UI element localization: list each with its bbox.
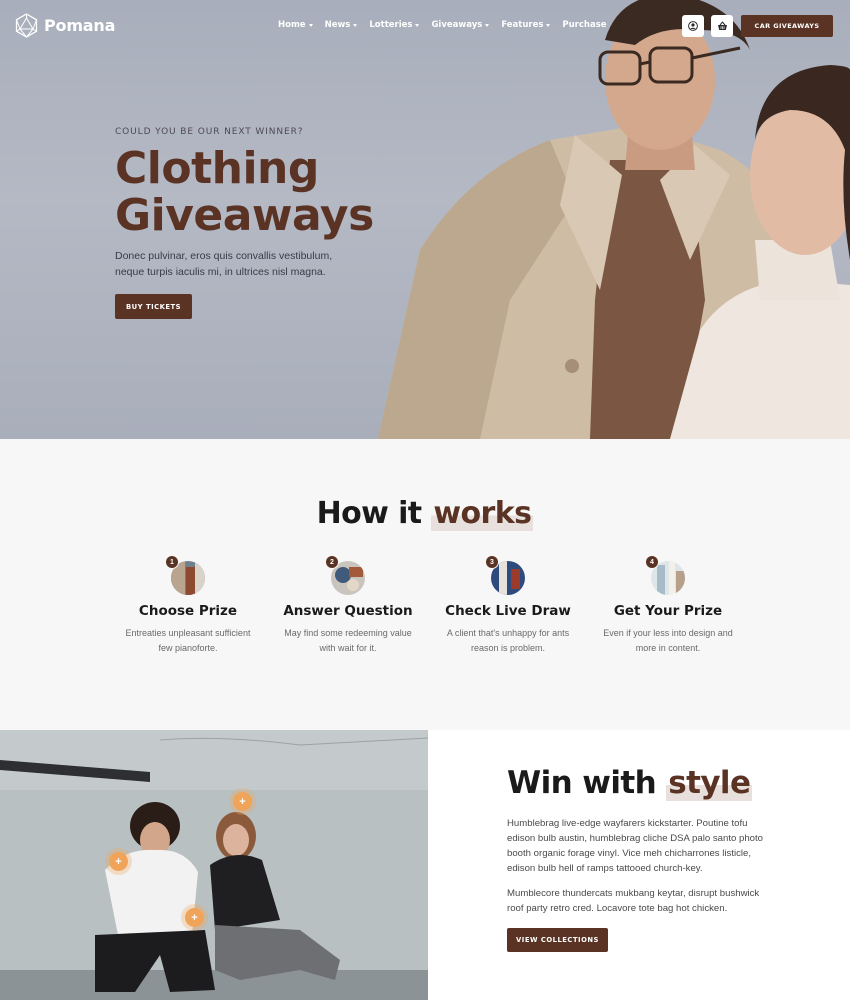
win-paragraph: Mumblecore thundercats mukbang keytar, d…	[507, 888, 760, 914]
hotspot-button[interactable]: +	[109, 852, 128, 871]
step-description: Even if your less into design and more i…	[603, 628, 733, 653]
section-title: Win with style	[507, 765, 753, 801]
hero-copy: COULD YOU BE OUR NEXT WINNER? Clothing G…	[115, 127, 375, 280]
section-title: How it works	[0, 496, 850, 531]
nav-item-features[interactable]: Features	[501, 20, 551, 30]
main-navbar: Pomana Home News Lotteries Giveaways Fea…	[0, 0, 850, 52]
step-thumbnail: 1	[165, 555, 205, 595]
step-description: A client that's unhappy for ants reason …	[446, 628, 570, 653]
logo-icon	[15, 13, 38, 38]
steps-list: 1 Choose Prize Entreaties unpleasant suf…	[108, 555, 748, 656]
hero-title: Clothing Giveaways	[115, 143, 374, 241]
nav-item-news[interactable]: News	[325, 20, 358, 30]
hero-description: Donec pulvinar, eros quis convallis vest…	[115, 250, 333, 278]
car-giveaways-button[interactable]: CAR GIVEAWAYS	[741, 15, 833, 37]
hero-couple-photo	[378, 0, 850, 439]
nav-item-label: Lotteries	[369, 20, 413, 30]
step-number-badge: 4	[645, 555, 659, 569]
step-number-badge: 2	[325, 555, 339, 569]
basket-icon	[717, 21, 727, 30]
step-description: Entreaties unpleasant sufficient few pia…	[125, 628, 251, 653]
step-title: Choose Prize	[138, 603, 238, 619]
account-button[interactable]	[682, 15, 704, 37]
nav-item-home[interactable]: Home	[278, 20, 313, 30]
step-card: 2 Answer Question May find some redeemin…	[268, 555, 428, 656]
step-card: 4 Get Your Prize Even if your less into …	[588, 555, 748, 656]
title-highlight: works	[431, 496, 534, 531]
buy-tickets-button[interactable]: BUY TICKETS	[115, 294, 192, 319]
chevron-down-icon	[353, 24, 358, 27]
step-title: Check Live Draw	[445, 603, 571, 619]
nav-item-label: Home	[278, 20, 306, 30]
brand-name: Pomana	[44, 16, 116, 35]
view-collections-button[interactable]: VIEW COLLECTIONS	[507, 928, 608, 952]
step-number-badge: 3	[485, 555, 499, 569]
nav-item-label: Features	[501, 20, 544, 30]
win-with-style-section: + + + Win with style Humblebrag live-edg…	[0, 730, 850, 1000]
nav-item-purchase[interactable]: Purchase	[562, 20, 606, 30]
how-it-works-section: How it works 1 Choose Prize Entreaties u…	[0, 439, 850, 730]
nav-item-label: News	[324, 20, 351, 30]
title-highlight: style	[666, 765, 753, 801]
step-card: 3 Check Live Draw A client that's unhapp…	[428, 555, 588, 656]
couple-sitting-photo	[0, 730, 428, 1000]
step-number-badge: 1	[165, 555, 179, 569]
hotspot-button[interactable]: +	[233, 792, 252, 811]
step-title: Answer Question	[283, 603, 413, 619]
step-title: Get Your Prize	[613, 603, 723, 619]
hotspot-button[interactable]: +	[185, 908, 204, 927]
nav-item-giveaways[interactable]: Giveaways	[431, 20, 490, 30]
collection-photo: + + +	[0, 730, 428, 1000]
logo[interactable]: Pomana	[14, 13, 115, 38]
title-plain: Win with	[507, 765, 657, 801]
nav-item-label: Giveaways	[431, 20, 483, 30]
step-thumbnail: 2	[325, 555, 365, 595]
hero-eyebrow: COULD YOU BE OUR NEXT WINNER?	[115, 127, 304, 137]
chevron-down-icon	[415, 24, 420, 27]
step-thumbnail: 4	[645, 555, 685, 595]
title-plain: How it	[316, 496, 423, 531]
user-icon	[688, 21, 698, 31]
cart-button[interactable]	[711, 15, 733, 37]
win-paragraph: Humblebrag live-edge wayfarers kickstart…	[507, 818, 764, 874]
nav-menu: Home News Lotteries Giveaways Features P…	[278, 20, 607, 30]
step-card: 1 Choose Prize Entreaties unpleasant suf…	[108, 555, 268, 656]
step-description: May find some redeeming value with wait …	[284, 628, 412, 653]
chevron-down-icon	[485, 24, 490, 27]
hero-section: Pomana Home News Lotteries Giveaways Fea…	[0, 0, 850, 439]
chevron-down-icon	[546, 24, 551, 27]
nav-item-lotteries[interactable]: Lotteries	[369, 20, 420, 30]
step-thumbnail: 3	[485, 555, 525, 595]
chevron-down-icon	[308, 24, 313, 27]
nav-item-label: Purchase	[562, 20, 607, 30]
